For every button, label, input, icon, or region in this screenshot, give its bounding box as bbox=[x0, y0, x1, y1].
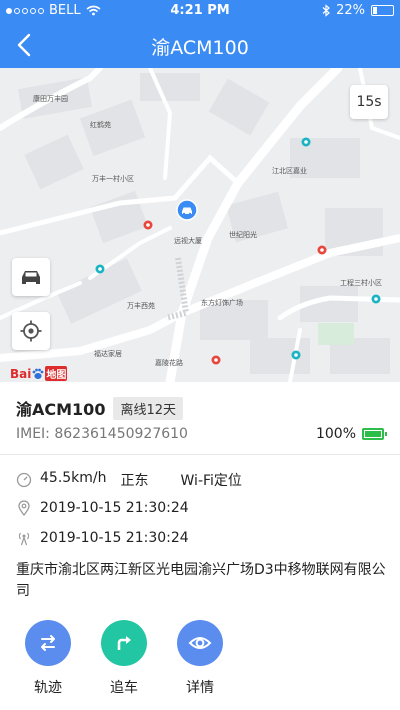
positioning-type: Wi-Fi定位 bbox=[180, 473, 242, 489]
address-text: 重庆市渝北区两江新区光电园渝兴广场D3中移物联网有限公司 bbox=[16, 562, 386, 599]
car-icon bbox=[22, 271, 40, 284]
status-bar: BELL 4:21 PM 22% bbox=[0, 0, 400, 22]
map-label: 江北区嘉业 bbox=[272, 167, 307, 175]
vehicle-location-marker[interactable] bbox=[176, 199, 198, 221]
imei-text: IMEI: 862361450927610 bbox=[16, 426, 188, 442]
device-name: 渝ACM100 bbox=[16, 400, 106, 419]
poi-marker-icon bbox=[371, 294, 381, 304]
direction-value: 正东 bbox=[120, 473, 149, 489]
battery-icon bbox=[371, 5, 394, 16]
signal-time: 2019-10-15 21:30:24 bbox=[40, 530, 189, 546]
gps-time-row: 2019-10-15 21:30:24 bbox=[16, 500, 189, 516]
map-label: 万丰一村小区 bbox=[92, 175, 134, 183]
chase-car-button-circle[interactable] bbox=[101, 620, 147, 666]
map-provider-logo: Bai 地图 bbox=[10, 366, 68, 381]
speed-row: 45.5km/h 正东 Wi-Fi定位 bbox=[16, 470, 242, 490]
status-badge: 离线12天 bbox=[113, 396, 183, 420]
map-label: 工程三村小区 bbox=[340, 279, 382, 287]
poi-marker-icon bbox=[95, 264, 105, 274]
nav-bar: 渝ACM100 bbox=[0, 22, 400, 68]
track-label: 轨迹 bbox=[34, 680, 62, 696]
map-label: 万丰西苑 bbox=[127, 302, 155, 310]
chase-car-button[interactable]: 追车 bbox=[94, 620, 154, 697]
turn-right-arrow-icon bbox=[117, 636, 131, 650]
map-label: 红鹤苑 bbox=[90, 121, 111, 129]
refresh-interval-button[interactable]: 15s bbox=[350, 85, 388, 119]
speed-value: 45.5km/h bbox=[40, 470, 107, 486]
eye-icon bbox=[188, 637, 212, 649]
map-base bbox=[0, 68, 400, 382]
vehicle-view-button[interactable] bbox=[12, 258, 50, 296]
map-label: 远视大厦 bbox=[174, 237, 202, 245]
battery-full-icon bbox=[362, 428, 387, 440]
signal-time-row: 2019-10-15 21:30:24 bbox=[16, 530, 189, 546]
map-label: 福达家居 bbox=[94, 350, 122, 358]
device-header: 渝ACM100 离线12天 bbox=[16, 396, 183, 420]
signal-tower-icon bbox=[18, 532, 30, 546]
track-button-circle[interactable] bbox=[25, 620, 71, 666]
status-bar-right: 22% bbox=[322, 3, 394, 18]
map-label: 康田万丰园 bbox=[33, 95, 68, 103]
track-button[interactable]: 轨迹 bbox=[18, 620, 78, 697]
gps-time: 2019-10-15 21:30:24 bbox=[40, 500, 189, 516]
poi-marker-icon bbox=[291, 350, 301, 360]
poi-marker-icon bbox=[211, 355, 221, 365]
poi-marker-icon bbox=[301, 137, 311, 147]
paw-icon bbox=[32, 368, 44, 379]
device-battery: 100% bbox=[315, 426, 387, 442]
map-label: 世纪阳光 bbox=[229, 231, 257, 239]
map-label: 嘉陵花路 bbox=[155, 359, 183, 367]
chase-car-label: 追车 bbox=[110, 680, 138, 696]
details-button-circle[interactable] bbox=[177, 620, 223, 666]
map-view[interactable]: 康田万丰园 红鹤苑 万丰一村小区 远视大厦 世纪阳光 江北区嘉业 万丰西苑 东方… bbox=[0, 68, 400, 382]
crosshair-icon bbox=[20, 320, 42, 342]
poi-marker-icon bbox=[317, 245, 327, 255]
map-label: 东方灯饰广场 bbox=[201, 299, 243, 307]
details-button[interactable]: 详情 bbox=[170, 620, 230, 697]
page-title: 渝ACM100 bbox=[151, 37, 249, 59]
details-label: 详情 bbox=[186, 680, 214, 696]
bluetooth-icon bbox=[322, 4, 331, 17]
divider bbox=[0, 454, 400, 455]
locate-button[interactable] bbox=[12, 312, 50, 350]
speedometer-icon bbox=[16, 472, 32, 488]
track-icon bbox=[41, 635, 55, 651]
poi-marker-icon bbox=[143, 220, 153, 230]
location-pin-icon bbox=[18, 500, 30, 516]
device-battery-percent: 100% bbox=[315, 426, 356, 442]
battery-percent: 22% bbox=[336, 3, 365, 18]
